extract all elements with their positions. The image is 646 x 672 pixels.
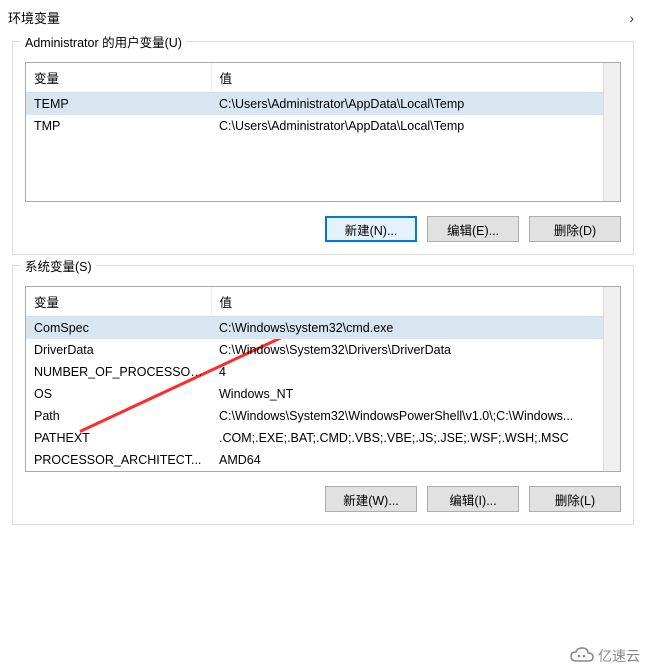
col-variable[interactable]: 变量 xyxy=(26,63,211,93)
scrollbar[interactable] xyxy=(603,63,620,201)
var-name-cell: OS xyxy=(26,383,211,405)
var-value-cell: C:\Windows\System32\WindowsPowerShell\v1… xyxy=(211,405,620,427)
dialog-titlebar: 环境变量 › xyxy=(0,0,646,31)
system-variables-table[interactable]: 变量 值 ComSpecC:\Windows\system32\cmd.exeD… xyxy=(25,286,621,472)
table-header[interactable]: 变量 值 xyxy=(26,287,620,317)
watermark-text: 亿速云 xyxy=(598,646,640,666)
new-sys-var-button[interactable]: 新建(W)... xyxy=(325,486,417,512)
table-row[interactable]: OSWindows_NT xyxy=(26,383,620,405)
col-variable[interactable]: 变量 xyxy=(26,287,211,317)
new-user-var-button[interactable]: 新建(N)... xyxy=(325,216,417,242)
table-row[interactable]: PathC:\Windows\System32\WindowsPowerShel… xyxy=(26,405,620,427)
system-variables-group: 系统变量(S) 变量 值 ComSpecC:\Windows\system32\… xyxy=(12,265,634,525)
var-name-cell: TEMP xyxy=(26,93,211,116)
var-name-cell: NUMBER_OF_PROCESSORS xyxy=(26,361,211,383)
var-value-cell: Windows_NT xyxy=(211,383,620,405)
dialog-title: 环境变量 xyxy=(8,8,60,27)
var-name-cell: DriverData xyxy=(26,339,211,361)
system-buttons-row: 新建(W)... 编辑(I)... 删除(L) xyxy=(25,486,621,512)
var-name-cell: TMP xyxy=(26,115,211,137)
var-name-cell: PROCESSOR_ARCHITECT... xyxy=(26,449,211,471)
edit-user-var-button[interactable]: 编辑(E)... xyxy=(427,216,519,242)
col-value[interactable]: 值 xyxy=(211,287,620,317)
watermark: 亿速云 xyxy=(570,646,640,666)
table-row[interactable]: PATHEXT.COM;.EXE;.BAT;.CMD;.VBS;.VBE;.JS… xyxy=(26,427,620,449)
user-variables-group: Administrator 的用户变量(U) 变量 值 TEMPC:\Users… xyxy=(12,41,634,255)
table-row[interactable]: TMPC:\Users\Administrator\AppData\Local\… xyxy=(26,115,620,137)
close-icon[interactable]: › xyxy=(629,10,638,26)
user-variables-table[interactable]: 变量 值 TEMPC:\Users\Administrator\AppData\… xyxy=(25,62,621,202)
table-row[interactable]: ComSpecC:\Windows\system32\cmd.exe xyxy=(26,317,620,340)
edit-sys-var-button[interactable]: 编辑(I)... xyxy=(427,486,519,512)
table-row[interactable]: TEMPC:\Users\Administrator\AppData\Local… xyxy=(26,93,620,116)
table-row[interactable]: DriverDataC:\Windows\System32\Drivers\Dr… xyxy=(26,339,620,361)
table-header[interactable]: 变量 值 xyxy=(26,63,620,93)
var-value-cell: C:\Windows\system32\cmd.exe xyxy=(211,317,620,340)
delete-user-var-button[interactable]: 删除(D) xyxy=(529,216,621,242)
table-row[interactable]: PROCESSOR_ARCHITECT...AMD64 xyxy=(26,449,620,471)
var-name-cell: PATHEXT xyxy=(26,427,211,449)
user-variables-label: Administrator 的用户变量(U) xyxy=(21,32,186,51)
cloud-icon xyxy=(570,647,594,665)
table-row[interactable]: NUMBER_OF_PROCESSORS4 xyxy=(26,361,620,383)
col-value[interactable]: 值 xyxy=(211,63,620,93)
var-value-cell: AMD64 xyxy=(211,449,620,471)
var-value-cell: C:\Users\Administrator\AppData\Local\Tem… xyxy=(211,115,620,137)
var-name-cell: Path xyxy=(26,405,211,427)
var-value-cell: C:\Users\Administrator\AppData\Local\Tem… xyxy=(211,93,620,116)
var-value-cell: .COM;.EXE;.BAT;.CMD;.VBS;.VBE;.JS;.JSE;.… xyxy=(211,427,620,449)
delete-sys-var-button[interactable]: 删除(L) xyxy=(529,486,621,512)
user-buttons-row: 新建(N)... 编辑(E)... 删除(D) xyxy=(25,216,621,242)
scrollbar[interactable] xyxy=(603,287,620,471)
var-value-cell: 4 xyxy=(211,361,620,383)
system-variables-label: 系统变量(S) xyxy=(21,256,96,275)
var-value-cell: C:\Windows\System32\Drivers\DriverData xyxy=(211,339,620,361)
var-name-cell: ComSpec xyxy=(26,317,211,340)
